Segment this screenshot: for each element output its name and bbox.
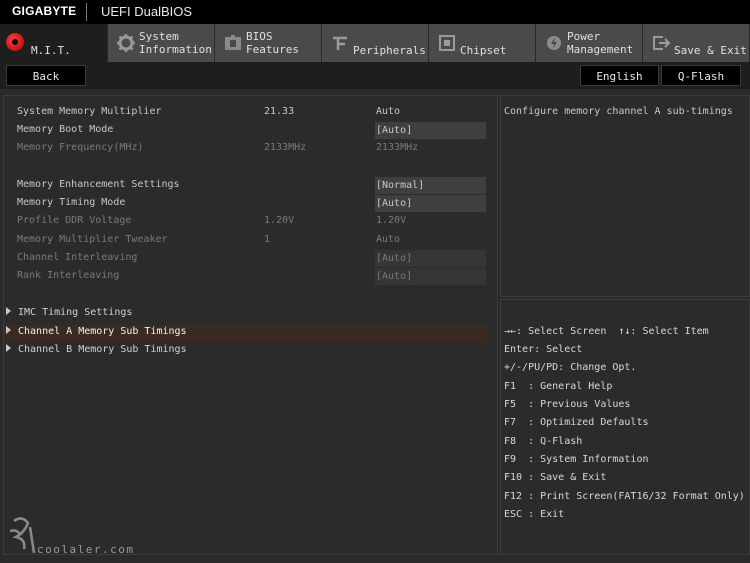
setting-label: Channel Interleaving (17, 252, 138, 263)
key-legend-item: →←: Select Screen ↑↓: Select Item (504, 326, 709, 337)
submenu-label: IMC Timing Settings (18, 307, 133, 318)
setting-option: Auto (376, 234, 401, 245)
tab-power-management[interactable]: Power Management (536, 24, 643, 62)
submenu-imc-timing-settings[interactable]: IMC Timing Settings (6, 307, 132, 319)
key-legend-item: Enter: Select (504, 344, 583, 355)
product-title: UEFI DualBIOS (101, 4, 193, 19)
tab-label: Save & Exit (674, 44, 747, 57)
tab-label: BIOS Features (246, 30, 299, 56)
setting-value: 1 (264, 234, 271, 245)
tab-system-information[interactable]: System Information (108, 24, 215, 62)
key-legend-item: F10 : Save & Exit (504, 472, 607, 483)
tab-chipset[interactable]: Chipset (429, 24, 536, 62)
setting-label[interactable]: Memory Enhancement Settings (17, 179, 180, 191)
setting-label: Memory Frequency(MHz) (17, 142, 144, 153)
top-bar: GIGABYTE UEFI DualBIOS (0, 0, 750, 24)
setting-label: Rank Interleaving (17, 270, 120, 281)
peripherals-icon (333, 36, 347, 50)
brand-divider (86, 3, 87, 21)
tab-label: M.I.T. (31, 44, 71, 57)
qflash-button[interactable]: Q-Flash (661, 65, 741, 86)
power-icon (547, 36, 561, 50)
exit-icon (653, 36, 671, 50)
setting-label: Memory Multiplier Tweaker (17, 234, 168, 245)
setting-label[interactable]: System Memory Multiplier (17, 106, 162, 118)
tab-bios-features[interactable]: BIOS Features (215, 24, 322, 62)
tab-label: Peripherals (353, 44, 426, 57)
key-legend-item: F5 : Previous Values (504, 399, 631, 410)
tab-save-exit[interactable]: Save & Exit (643, 24, 750, 62)
setting-label[interactable]: Memory Boot Mode (17, 124, 113, 136)
setting-value: 1.20V (264, 215, 295, 226)
setting-option[interactable]: [Auto] (375, 195, 486, 212)
key-legend-item: F9 : System Information (504, 454, 649, 465)
setting-value: 21.33 (264, 106, 295, 117)
back-button[interactable]: Back (6, 65, 86, 86)
triangle-right-icon (6, 344, 11, 352)
setting-label[interactable]: Memory Timing Mode (17, 197, 125, 209)
tab-label: Power Management (567, 30, 634, 56)
submenu-channel-b-sub-timings[interactable]: Channel B Memory Sub Timings (6, 344, 187, 356)
watermark-text: coolaler.com (37, 543, 135, 556)
setting-value: 2133MHz (264, 142, 307, 153)
bios-features-icon (225, 35, 241, 50)
submenu-label: Channel B Memory Sub Timings (18, 344, 187, 355)
key-legend-item: +/-/PU/PD: Change Opt. (504, 362, 637, 373)
submenu-label: Channel A Memory Sub Timings (18, 326, 187, 337)
key-legend-item: F8 : Q-Flash (504, 436, 583, 447)
key-legend-item: F7 : Optimized Defaults (504, 417, 649, 428)
help-panel (500, 95, 750, 297)
setting-option: Auto (376, 106, 401, 117)
brand-logo: GIGABYTE (12, 4, 77, 18)
setting-option: [Auto] (375, 250, 486, 267)
setting-option[interactable]: [Auto] (375, 122, 486, 139)
setting-option: 1.20V (376, 215, 407, 226)
submenu-channel-a-sub-timings[interactable]: Channel A Memory Sub Timings (6, 326, 187, 338)
key-legend-item: ESC : Exit (504, 509, 565, 520)
chipset-icon (439, 35, 455, 51)
main-tab-bar: M.I.T. System Information BIOS Features … (0, 24, 750, 63)
tab-label: Chipset (460, 44, 507, 57)
setting-label: Profile DDR Voltage (17, 215, 132, 226)
triangle-right-icon (6, 307, 11, 315)
setting-option: 2133MHz (376, 142, 419, 153)
key-legend-item: F1 : General Help (504, 381, 613, 392)
triangle-right-icon (6, 326, 11, 334)
key-legend-item: F12 : Print Screen(FAT16/32 Format Only) (504, 491, 745, 502)
setting-option: [Auto] (375, 268, 486, 285)
tab-label: System Information (139, 30, 212, 56)
setting-option[interactable]: [Normal] (375, 177, 486, 194)
gear-icon (117, 34, 135, 52)
help-description: Configure memory channel A sub-timings (504, 106, 733, 117)
tab-mit[interactable]: M.I.T. (0, 24, 108, 63)
sub-toolbar: Back English Q-Flash (0, 62, 750, 89)
mit-icon (6, 33, 24, 51)
language-button[interactable]: English (580, 65, 659, 86)
tab-peripherals[interactable]: Peripherals (322, 24, 429, 62)
